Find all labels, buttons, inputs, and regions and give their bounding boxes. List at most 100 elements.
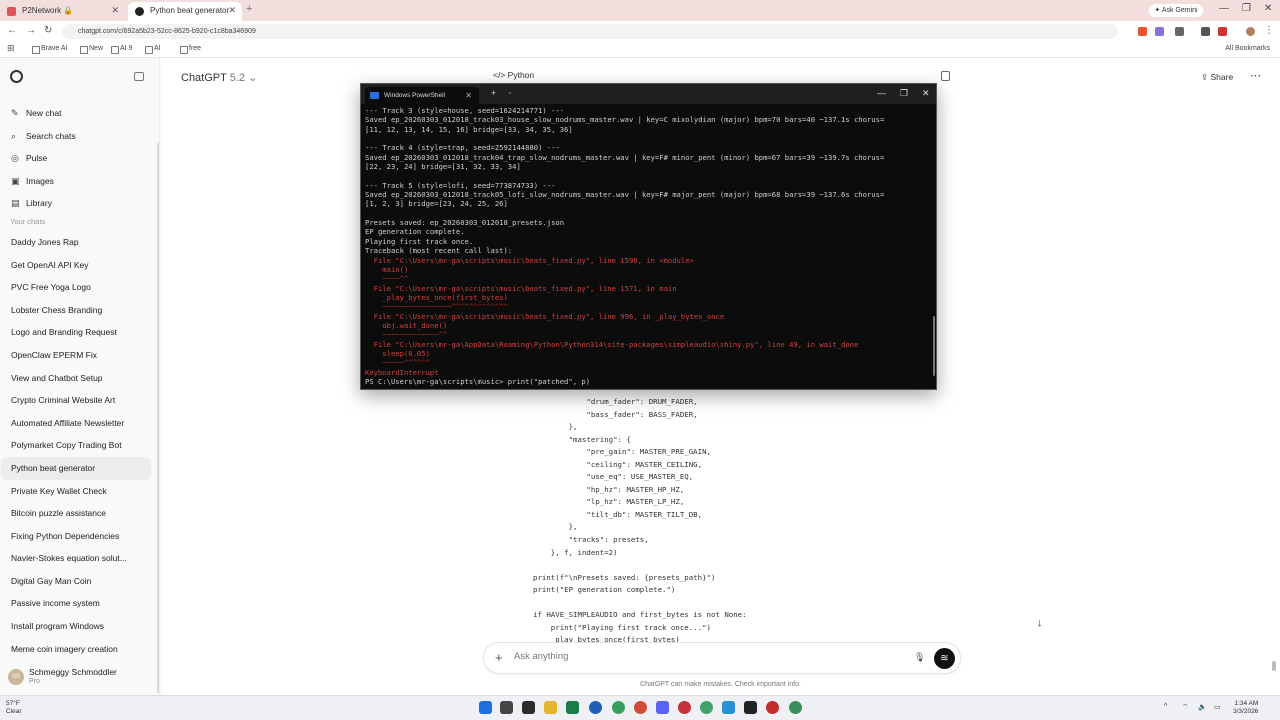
minimize-icon[interactable]: — <box>877 88 886 98</box>
discord-icon[interactable] <box>656 701 669 714</box>
reload-icon[interactable]: ↻ <box>44 25 52 36</box>
powershell-icon <box>370 92 379 99</box>
chat-history-item[interactable]: Polymarket Copy Trading Bot <box>1 434 151 457</box>
extension-icon[interactable] <box>1218 27 1227 36</box>
new-tab-button[interactable]: + <box>246 3 252 15</box>
browser-tab[interactable]: P2Network 🔒 ✕ <box>0 2 125 21</box>
app-icon[interactable] <box>766 701 779 714</box>
chrome-icon[interactable] <box>789 701 802 714</box>
powershell-window[interactable]: Windows PowerShell ✕ + ⌄ — ❐ ✕ --- Track… <box>360 83 937 390</box>
chat-history-item[interactable]: Daddy Jones Rap <box>1 231 151 254</box>
chat-history-item[interactable]: OpenClaw EPERM Fix <box>1 344 151 367</box>
sidebar-item-search-chats[interactable]: ⌕ Search chats <box>0 125 160 148</box>
share-button[interactable]: ⇪ Share <box>1201 72 1233 83</box>
chat-history-item[interactable]: Meme coin imagery creation <box>1 638 151 661</box>
add-attachment-icon[interactable]: + <box>495 650 503 665</box>
chat-history-item[interactable]: View and Chatbot Setup <box>1 367 151 390</box>
sidepanel-icon[interactable] <box>1201 27 1210 36</box>
close-window-icon[interactable]: ✕ <box>1264 3 1272 14</box>
chat-history-item[interactable]: Install program Windows <box>1 615 151 638</box>
app-icon[interactable] <box>566 701 579 714</box>
microphone-icon[interactable]: 🎙 <box>914 652 925 663</box>
maximize-icon[interactable]: ❐ <box>1242 3 1251 14</box>
prompt-input[interactable] <box>514 651 894 662</box>
bookmark-folder[interactable]: free <box>180 45 201 54</box>
chat-history-item[interactable]: Navier-Stokes equation solut... <box>1 547 151 570</box>
chat-history-item[interactable]: Digital Gay Man Coin <box>1 570 151 593</box>
bookmark-folder[interactable]: New <box>80 45 103 54</box>
terminal-output[interactable]: --- Track 3 (style=house, seed=162421477… <box>365 106 929 388</box>
chat-history-item[interactable]: Automated Affiliate Newsletter <box>1 412 151 435</box>
scroll-down-icon[interactable]: ↓ <box>1037 617 1043 629</box>
terminal-app-icon[interactable] <box>522 701 535 714</box>
start-icon[interactable] <box>479 701 492 714</box>
bookmark-folder[interactable]: AI <box>145 45 161 54</box>
sidebar-item-new-chat[interactable]: ✎ New chat <box>0 102 160 125</box>
terminal-scrollbar[interactable] <box>933 316 935 376</box>
app-icon[interactable] <box>700 701 713 714</box>
forward-icon[interactable]: → <box>26 25 36 36</box>
extension-icon[interactable] <box>1138 27 1147 36</box>
weather-widget[interactable]: 57°F Clear <box>6 700 22 716</box>
file-explorer-icon[interactable] <box>544 701 557 714</box>
main-scrollbar[interactable] <box>1272 66 1276 686</box>
extensions-puzzle-icon[interactable] <box>1175 27 1184 36</box>
chat-history-item[interactable]: Bitcoin puzzle assistance <box>1 502 151 525</box>
new-terminal-tab-icon[interactable]: + <box>491 88 496 98</box>
battery-icon[interactable]: ▭ <box>1214 703 1221 711</box>
minimize-icon[interactable]: — <box>1219 3 1229 14</box>
chrome-profile-icon[interactable] <box>634 701 647 714</box>
close-tab-icon[interactable]: ✕ <box>228 2 236 19</box>
model-selector[interactable]: ChatGPT 5.2 ⌄ <box>181 71 257 84</box>
chat-history-item[interactable]: Passive income system <box>1 592 151 615</box>
user-name: Schmeggy Schmoddler <box>29 667 117 677</box>
sidebar-scrollbar[interactable] <box>157 143 159 693</box>
volume-icon[interactable]: 🔈 <box>1198 703 1207 711</box>
edge-icon[interactable] <box>589 701 602 714</box>
voice-mode-button[interactable]: ≋ <box>934 648 955 669</box>
extension-icon[interactable] <box>1155 27 1164 36</box>
chat-history-item[interactable]: Get OpenAI API Key <box>1 254 151 277</box>
ask-gemini-button[interactable]: ✦ Ask Gemini <box>1149 4 1203 17</box>
sidebar-item-pulse[interactable]: ◎ Pulse <box>0 147 160 170</box>
profile-avatar-icon[interactable] <box>1246 27 1255 36</box>
close-tab-icon[interactable]: ✕ <box>465 87 472 104</box>
chevron-down-icon[interactable]: ⌄ <box>507 88 513 96</box>
chat-history-item[interactable]: Logo and Branding Request <box>1 321 151 344</box>
system-clock[interactable]: 1:34 AM 3/3/2026 <box>1233 700 1258 716</box>
copy-code-icon[interactable] <box>941 71 950 81</box>
user-profile-button[interactable]: SS Schmeggy Schmoddler Pro <box>0 661 160 691</box>
browser-tab-active[interactable]: Python beat generator ✕ <box>128 2 242 21</box>
chrome-icon[interactable] <box>612 701 625 714</box>
chat-history-item[interactable]: Fixing Python Dependencies <box>1 525 151 548</box>
bookmark-folder[interactable]: AI 9 <box>111 45 132 54</box>
close-window-icon[interactable]: ✕ <box>922 88 930 99</box>
app-icon[interactable] <box>678 701 691 714</box>
openai-logo-icon[interactable] <box>10 70 23 83</box>
chat-history-item[interactable]: PVC Free Yoga Logo <box>1 276 151 299</box>
tray-overflow-icon[interactable]: ^ <box>1164 703 1167 710</box>
chat-history-item[interactable]: Private Key Wallet Check <box>1 480 151 503</box>
bookmark-folder[interactable]: Brave AI <box>32 45 67 54</box>
network-icon[interactable]: ⌔ <box>1182 703 1189 712</box>
scrollbar-thumb[interactable] <box>1272 661 1276 671</box>
sidebar-item-library[interactable]: ▤ Library <box>0 192 160 215</box>
maximize-icon[interactable]: ❐ <box>900 88 908 99</box>
sidebar-toggle-icon[interactable] <box>134 72 144 81</box>
sidebar-item-images[interactable]: ▣ Images <box>0 170 160 193</box>
terminal-titlebar[interactable]: Windows PowerShell ✕ + ⌄ — ❐ ✕ <box>361 84 936 104</box>
chat-history-item[interactable]: Lobster Chess Branding <box>1 299 151 322</box>
close-tab-icon[interactable]: ✕ <box>111 2 119 19</box>
app-icon[interactable] <box>744 701 757 714</box>
menu-icon[interactable]: ⋮ <box>1264 25 1274 36</box>
app-icon[interactable] <box>722 701 735 714</box>
task-view-icon[interactable] <box>500 701 513 714</box>
url-field[interactable]: chatgpt.com/c/692a5b23-52cc-8625-b920-c1… <box>62 24 1118 39</box>
chat-history-item[interactable]: Crypto Criminal Website Art <box>1 389 151 412</box>
back-icon[interactable]: ← <box>7 25 17 36</box>
terminal-tab[interactable]: Windows PowerShell ✕ <box>365 87 479 104</box>
more-options-button[interactable]: ⋯ <box>1250 69 1261 82</box>
apps-grid-icon[interactable]: ⊞ <box>7 43 15 54</box>
all-bookmarks-button[interactable]: All Bookmarks <box>1225 45 1270 52</box>
chat-history-item-active[interactable]: Python beat generator <box>1 456 151 480</box>
